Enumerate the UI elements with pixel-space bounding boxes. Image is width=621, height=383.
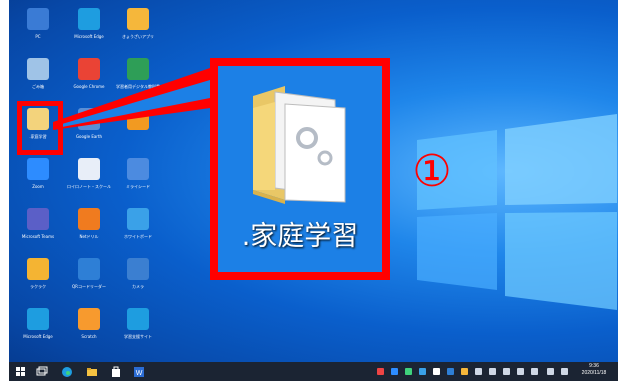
tray-shield-icon[interactable]	[405, 368, 412, 375]
tray-wifi-icon[interactable]	[503, 368, 510, 375]
zoomed-folder-callout: .家庭学習	[210, 58, 390, 280]
svg-text:W: W	[136, 370, 143, 377]
edge-taskbar-icon[interactable]	[61, 365, 73, 377]
file-explorer-icon[interactable]	[86, 365, 98, 377]
tray-pen-icon[interactable]	[531, 368, 538, 375]
taskbar: W 9:36 2020/11/18	[9, 362, 618, 381]
tray-onedrive-icon[interactable]	[433, 368, 440, 375]
tray-display-icon[interactable]	[489, 368, 496, 375]
clock-date: 2020/11/18	[581, 370, 607, 376]
store-icon[interactable]	[110, 365, 122, 377]
clock-time: 9:36	[589, 363, 599, 369]
tray-app2-icon[interactable]	[461, 368, 468, 375]
zoomed-folder-label: .家庭学習	[241, 221, 359, 252]
folder-icon	[253, 86, 346, 204]
tray-volume-icon[interactable]	[517, 368, 524, 375]
word-icon[interactable]: W	[133, 365, 145, 377]
tray-keyboard-icon[interactable]	[475, 368, 482, 375]
tray-lang-icon[interactable]	[561, 368, 568, 375]
tray-people-icon[interactable]	[377, 368, 384, 375]
tray-bluetooth-icon[interactable]	[419, 368, 426, 375]
tray-ime-icon[interactable]	[547, 368, 554, 375]
start-button[interactable]	[15, 365, 27, 377]
task-view-icon[interactable]	[36, 365, 48, 377]
step-number-badge: ①	[412, 146, 452, 197]
icon-highlight-box	[17, 101, 63, 155]
taskbar-clock[interactable]: 9:36 2020/11/18	[577, 363, 611, 377]
tray-security-icon[interactable]	[391, 368, 398, 375]
tray-app-icon[interactable]	[447, 368, 454, 375]
